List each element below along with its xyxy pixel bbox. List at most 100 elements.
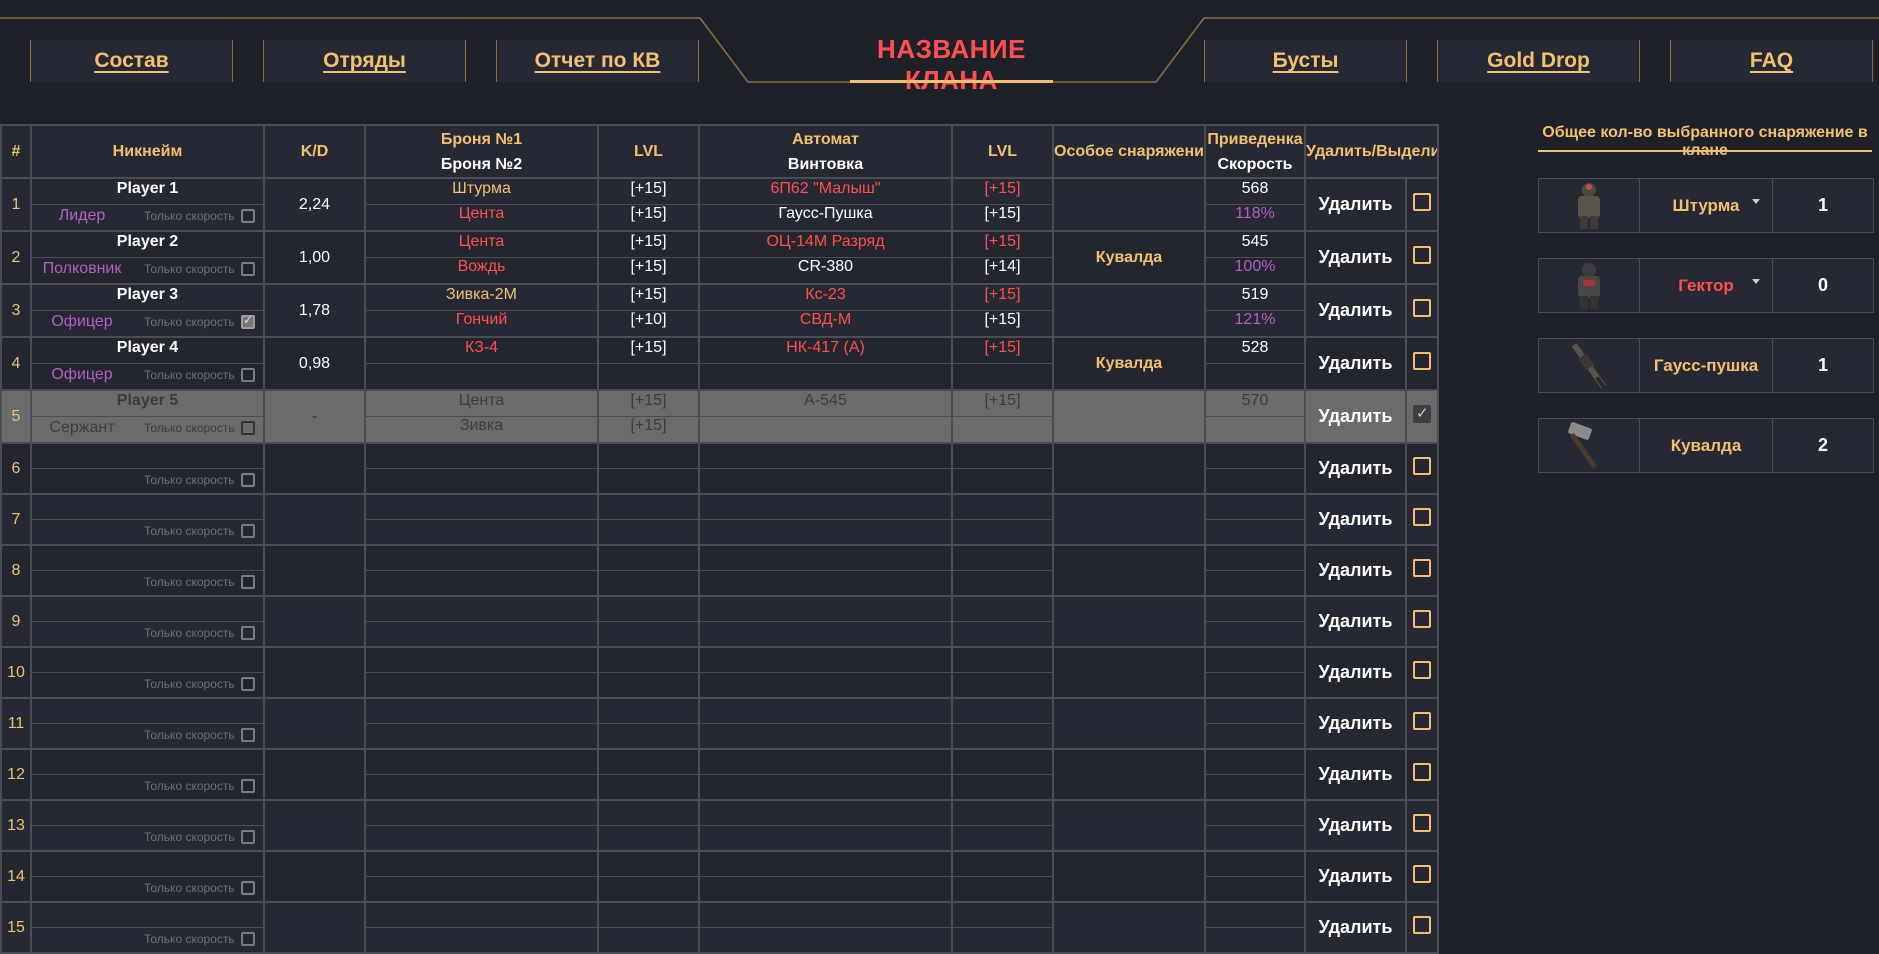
delete-button[interactable]: Удалить bbox=[1319, 917, 1393, 937]
special-cell[interactable]: Кувалда bbox=[1052, 336, 1206, 391]
select-cell[interactable] bbox=[1405, 850, 1439, 903]
special-cell[interactable] bbox=[1052, 850, 1206, 903]
delete-cell[interactable]: Удалить bbox=[1304, 493, 1407, 546]
tab-boosts[interactable]: Бусты bbox=[1204, 40, 1407, 82]
select-checkbox[interactable] bbox=[1413, 814, 1431, 832]
tab-roster-label[interactable]: Состав bbox=[94, 49, 168, 73]
tab-faq-label[interactable]: FAQ bbox=[1750, 49, 1793, 73]
special-cell[interactable] bbox=[1052, 442, 1206, 495]
delete-cell[interactable]: Удалить bbox=[1304, 901, 1407, 954]
speed-only-checkbox[interactable] bbox=[241, 368, 255, 382]
speed-only-checkbox[interactable] bbox=[241, 779, 255, 793]
speed-only-checkbox[interactable] bbox=[241, 728, 255, 742]
armor-cell[interactable]: Цента Зивка bbox=[364, 389, 599, 444]
chevron-down-icon[interactable] bbox=[1752, 279, 1760, 284]
delete-cell[interactable]: Удалить bbox=[1304, 850, 1407, 903]
select-cell[interactable] bbox=[1405, 544, 1439, 597]
select-cell[interactable] bbox=[1405, 646, 1439, 699]
select-checkbox[interactable] bbox=[1413, 661, 1431, 679]
select-cell[interactable] bbox=[1405, 697, 1439, 750]
select-checkbox[interactable] bbox=[1413, 404, 1431, 423]
delete-cell[interactable]: Удалить bbox=[1304, 230, 1407, 285]
delete-cell[interactable]: Удалить bbox=[1304, 799, 1407, 852]
delete-button[interactable]: Удалить bbox=[1319, 300, 1393, 320]
speed-only-checkbox[interactable] bbox=[241, 830, 255, 844]
armor-cell[interactable]: Зивка-2М Гончий bbox=[364, 283, 599, 338]
special-cell[interactable] bbox=[1052, 697, 1206, 750]
delete-cell[interactable]: Удалить bbox=[1304, 389, 1407, 444]
armor-cell[interactable] bbox=[364, 850, 599, 903]
weapon-cell[interactable]: ОЦ-14М Разряд CR-380 bbox=[698, 230, 953, 285]
weapon-cell[interactable] bbox=[698, 595, 953, 648]
tab-squads[interactable]: Отряды bbox=[263, 40, 466, 82]
speed-only-checkbox[interactable] bbox=[241, 524, 255, 538]
weapon-cell[interactable] bbox=[698, 850, 953, 903]
speed-only-checkbox[interactable] bbox=[241, 677, 255, 691]
special-cell[interactable] bbox=[1052, 283, 1206, 338]
weapon-cell[interactable] bbox=[698, 646, 953, 699]
select-cell[interactable] bbox=[1405, 442, 1439, 495]
speed-only-checkbox[interactable] bbox=[241, 473, 255, 487]
select-cell[interactable] bbox=[1405, 901, 1439, 954]
select-checkbox[interactable] bbox=[1413, 457, 1431, 475]
speed-only-checkbox[interactable] bbox=[241, 262, 255, 276]
armor-cell[interactable] bbox=[364, 442, 599, 495]
delete-button[interactable]: Удалить bbox=[1319, 353, 1393, 373]
delete-button[interactable]: Удалить bbox=[1319, 611, 1393, 631]
special-cell[interactable] bbox=[1052, 799, 1206, 852]
weapon-cell[interactable] bbox=[698, 901, 953, 954]
delete-button[interactable]: Удалить bbox=[1319, 764, 1393, 784]
armor-cell[interactable] bbox=[364, 748, 599, 801]
armor-cell[interactable] bbox=[364, 901, 599, 954]
special-cell[interactable] bbox=[1052, 177, 1206, 232]
delete-button[interactable]: Удалить bbox=[1319, 713, 1393, 733]
weapon-cell[interactable] bbox=[698, 748, 953, 801]
tab-boosts-label[interactable]: Бусты bbox=[1273, 49, 1339, 73]
delete-cell[interactable]: Удалить bbox=[1304, 646, 1407, 699]
select-cell[interactable] bbox=[1405, 389, 1439, 444]
tab-kv-report-label[interactable]: Отчет по КВ bbox=[535, 49, 661, 73]
select-checkbox[interactable] bbox=[1413, 299, 1431, 317]
delete-cell[interactable]: Удалить bbox=[1304, 283, 1407, 338]
select-cell[interactable] bbox=[1405, 748, 1439, 801]
delete-cell[interactable]: Удалить bbox=[1304, 442, 1407, 495]
weapon-cell[interactable]: 6П62 "Малыш" Гаусс-Пушка bbox=[698, 177, 953, 232]
select-checkbox[interactable] bbox=[1413, 508, 1431, 526]
select-checkbox[interactable] bbox=[1413, 916, 1431, 934]
tab-kv-report[interactable]: Отчет по КВ bbox=[496, 40, 699, 82]
select-checkbox[interactable] bbox=[1413, 712, 1431, 730]
special-cell[interactable] bbox=[1052, 493, 1206, 546]
select-checkbox[interactable] bbox=[1413, 865, 1431, 883]
armor-cell[interactable] bbox=[364, 595, 599, 648]
select-checkbox[interactable] bbox=[1413, 246, 1431, 264]
select-checkbox[interactable] bbox=[1413, 352, 1431, 370]
armor-cell[interactable]: КЗ-4 bbox=[364, 336, 599, 391]
speed-only-checkbox[interactable] bbox=[241, 209, 255, 223]
delete-button[interactable]: Удалить bbox=[1319, 866, 1393, 886]
delete-button[interactable]: Удалить bbox=[1319, 247, 1393, 267]
special-cell[interactable] bbox=[1052, 901, 1206, 954]
weapon-cell[interactable]: НК-417 (А) bbox=[698, 336, 953, 391]
select-cell[interactable] bbox=[1405, 177, 1439, 232]
special-cell[interactable]: Кувалда bbox=[1052, 230, 1206, 285]
speed-only-checkbox[interactable] bbox=[241, 881, 255, 895]
speed-only-checkbox[interactable] bbox=[241, 313, 255, 329]
select-checkbox[interactable] bbox=[1413, 763, 1431, 781]
delete-button[interactable]: Удалить bbox=[1319, 662, 1393, 682]
select-cell[interactable] bbox=[1405, 230, 1439, 285]
select-checkbox[interactable] bbox=[1413, 193, 1431, 211]
armor-cell[interactable]: Штурма Цента bbox=[364, 177, 599, 232]
weapon-cell[interactable] bbox=[698, 799, 953, 852]
armor-cell[interactable] bbox=[364, 646, 599, 699]
special-cell[interactable] bbox=[1052, 748, 1206, 801]
armor-cell[interactable] bbox=[364, 697, 599, 750]
armor-cell[interactable] bbox=[364, 493, 599, 546]
select-checkbox[interactable] bbox=[1413, 610, 1431, 628]
summary-item-select[interactable]: Гектор bbox=[1640, 259, 1773, 312]
tab-roster[interactable]: Состав bbox=[30, 40, 233, 82]
select-cell[interactable] bbox=[1405, 799, 1439, 852]
tab-faq[interactable]: FAQ bbox=[1670, 40, 1873, 82]
select-checkbox[interactable] bbox=[1413, 559, 1431, 577]
weapon-cell[interactable]: А-545 bbox=[698, 389, 953, 444]
speed-only-checkbox[interactable] bbox=[241, 421, 255, 435]
